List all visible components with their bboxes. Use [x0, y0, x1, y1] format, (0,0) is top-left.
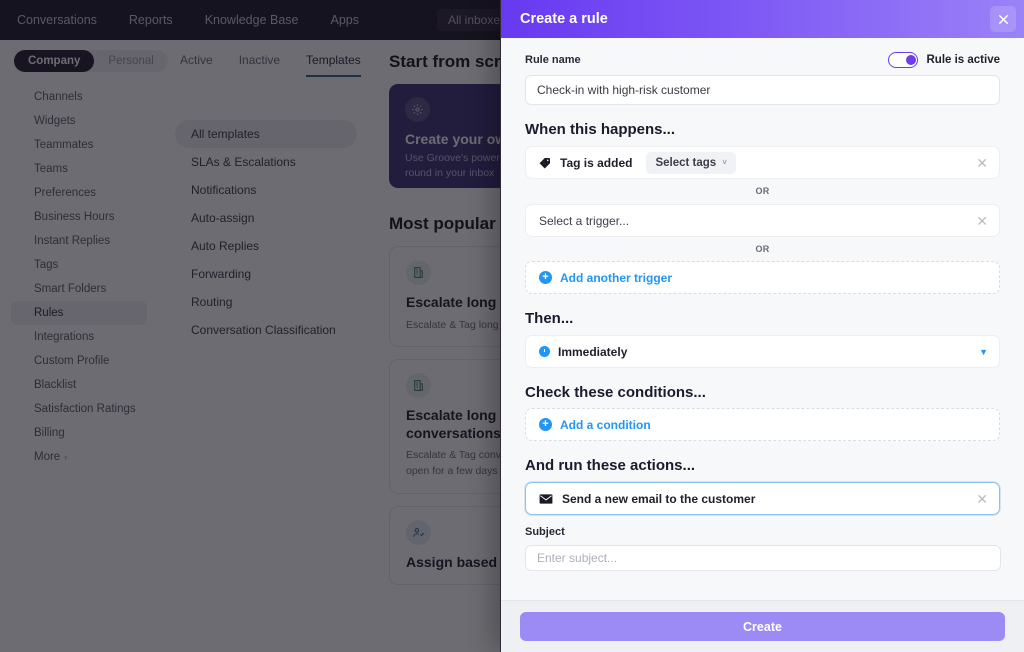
- mail-icon: [539, 493, 553, 505]
- rule-active-label: Rule is active: [926, 54, 1000, 66]
- select-tags-dropdown[interactable]: Select tags ˅: [646, 151, 736, 174]
- plus-icon: +: [539, 418, 552, 431]
- add-another-trigger-button[interactable]: + Add another trigger: [525, 261, 1000, 294]
- plus-icon: +: [539, 271, 552, 284]
- rule-name-input[interactable]: Check-in with high-risk customer: [525, 75, 1000, 105]
- when-section-heading: When this happens...: [525, 121, 676, 138]
- trigger-placeholder: Select a trigger...: [539, 213, 630, 228]
- conditions-section-heading: Check these conditions...: [525, 384, 706, 401]
- remove-action-icon[interactable]: ✕: [968, 492, 988, 506]
- rule-active-toggle-group[interactable]: Rule is active: [888, 52, 1000, 68]
- chevron-down-icon: ▼: [979, 346, 988, 357]
- rule-active-toggle[interactable]: [888, 52, 919, 68]
- screen: Conversations Reports Knowledge Base App…: [0, 0, 1024, 652]
- tag-icon: [539, 157, 551, 169]
- trigger-row-empty[interactable]: Select a trigger... ✕: [525, 204, 1000, 237]
- or-separator: OR: [755, 186, 770, 196]
- then-section-heading: Then...: [525, 310, 574, 327]
- subject-label: Subject: [525, 526, 565, 538]
- actions-section-heading: And run these actions...: [525, 457, 696, 474]
- chevron-down-icon: ˅: [722, 158, 727, 167]
- modal-footer: Create: [501, 600, 1024, 652]
- action-row-send-email[interactable]: Send a new email to the customer ✕: [525, 482, 1000, 515]
- modal-title: Create a rule: [520, 11, 608, 27]
- trigger-row-tag-is-added[interactable]: Tag is added Select tags ˅ ✕: [525, 146, 1000, 179]
- then-timing-value: Immediately: [558, 344, 628, 359]
- toggle-knob: [905, 54, 916, 65]
- trigger-label: Tag is added: [560, 155, 633, 170]
- rule-name-row: Rule name Rule is active: [525, 52, 1000, 68]
- create-button[interactable]: Create: [520, 612, 1005, 641]
- or-separator: OR: [755, 244, 770, 254]
- remove-trigger-icon[interactable]: ✕: [968, 214, 988, 228]
- rule-name-label: Rule name: [525, 54, 581, 66]
- modal-body: Rule name Rule is active Check-in with h…: [501, 38, 1024, 600]
- subject-input[interactable]: Enter subject...: [525, 545, 1001, 571]
- select-tags-label: Select tags: [655, 156, 717, 169]
- add-another-trigger-label: Add another trigger: [560, 270, 673, 285]
- then-timing-dropdown[interactable]: Immediately ▼: [525, 335, 1000, 368]
- remove-trigger-icon[interactable]: ✕: [968, 156, 988, 170]
- clock-icon: [539, 346, 550, 357]
- add-condition-label: Add a condition: [560, 417, 651, 432]
- close-icon[interactable]: [990, 6, 1016, 32]
- modal-header: Create a rule: [501, 0, 1024, 38]
- action-label: Send a new email to the customer: [562, 491, 756, 506]
- create-rule-modal: Create a rule Rule name Rule is active C…: [500, 0, 1024, 652]
- add-condition-button[interactable]: + Add a condition: [525, 408, 1000, 441]
